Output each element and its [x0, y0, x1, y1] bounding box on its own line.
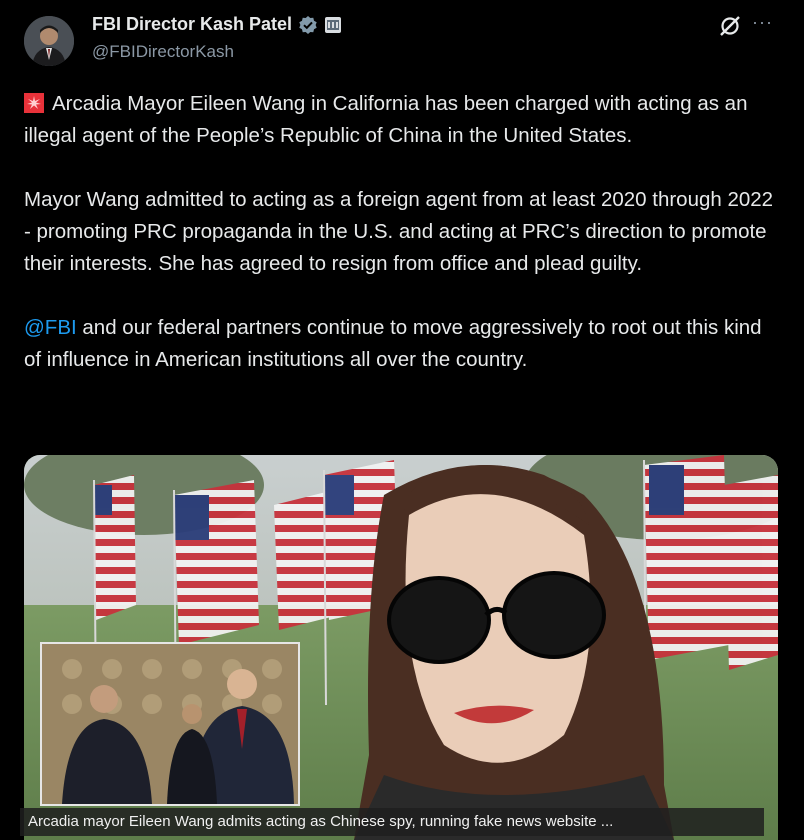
avatar[interactable]	[24, 16, 74, 66]
rotating-light-emoji-icon	[24, 93, 44, 113]
media-caption: Arcadia mayor Eileen Wang admits acting …	[20, 808, 764, 836]
tweet-paragraph-2: Mayor Wang admitted to acting as a forei…	[24, 188, 774, 275]
more-icon[interactable]: ···	[752, 12, 773, 33]
author-name-row[interactable]: FBI Director Kash Patel	[92, 14, 342, 35]
tweet-paragraph-1-text: Arcadia Mayor Eileen Wang in California …	[24, 92, 748, 147]
tweet-paragraph-3-text: and our federal partners continue to mov…	[24, 316, 762, 371]
tweet-paragraph-3: @FBI and our federal partners continue t…	[24, 312, 784, 376]
tweet-text: Arcadia Mayor Eileen Wang in California …	[24, 88, 784, 408]
author-handle[interactable]: @FBIDirectorKash	[92, 42, 234, 62]
author-name[interactable]: FBI Director Kash Patel	[92, 14, 292, 35]
mention-link[interactable]: @FBI	[24, 316, 77, 339]
tweet-paragraph-1: Arcadia Mayor Eileen Wang in California …	[24, 88, 784, 152]
inset-photo	[40, 642, 300, 806]
media-image[interactable]	[24, 455, 778, 840]
government-badge-icon	[324, 16, 342, 34]
grok-icon[interactable]	[718, 14, 742, 38]
verified-badge-icon	[298, 15, 318, 35]
